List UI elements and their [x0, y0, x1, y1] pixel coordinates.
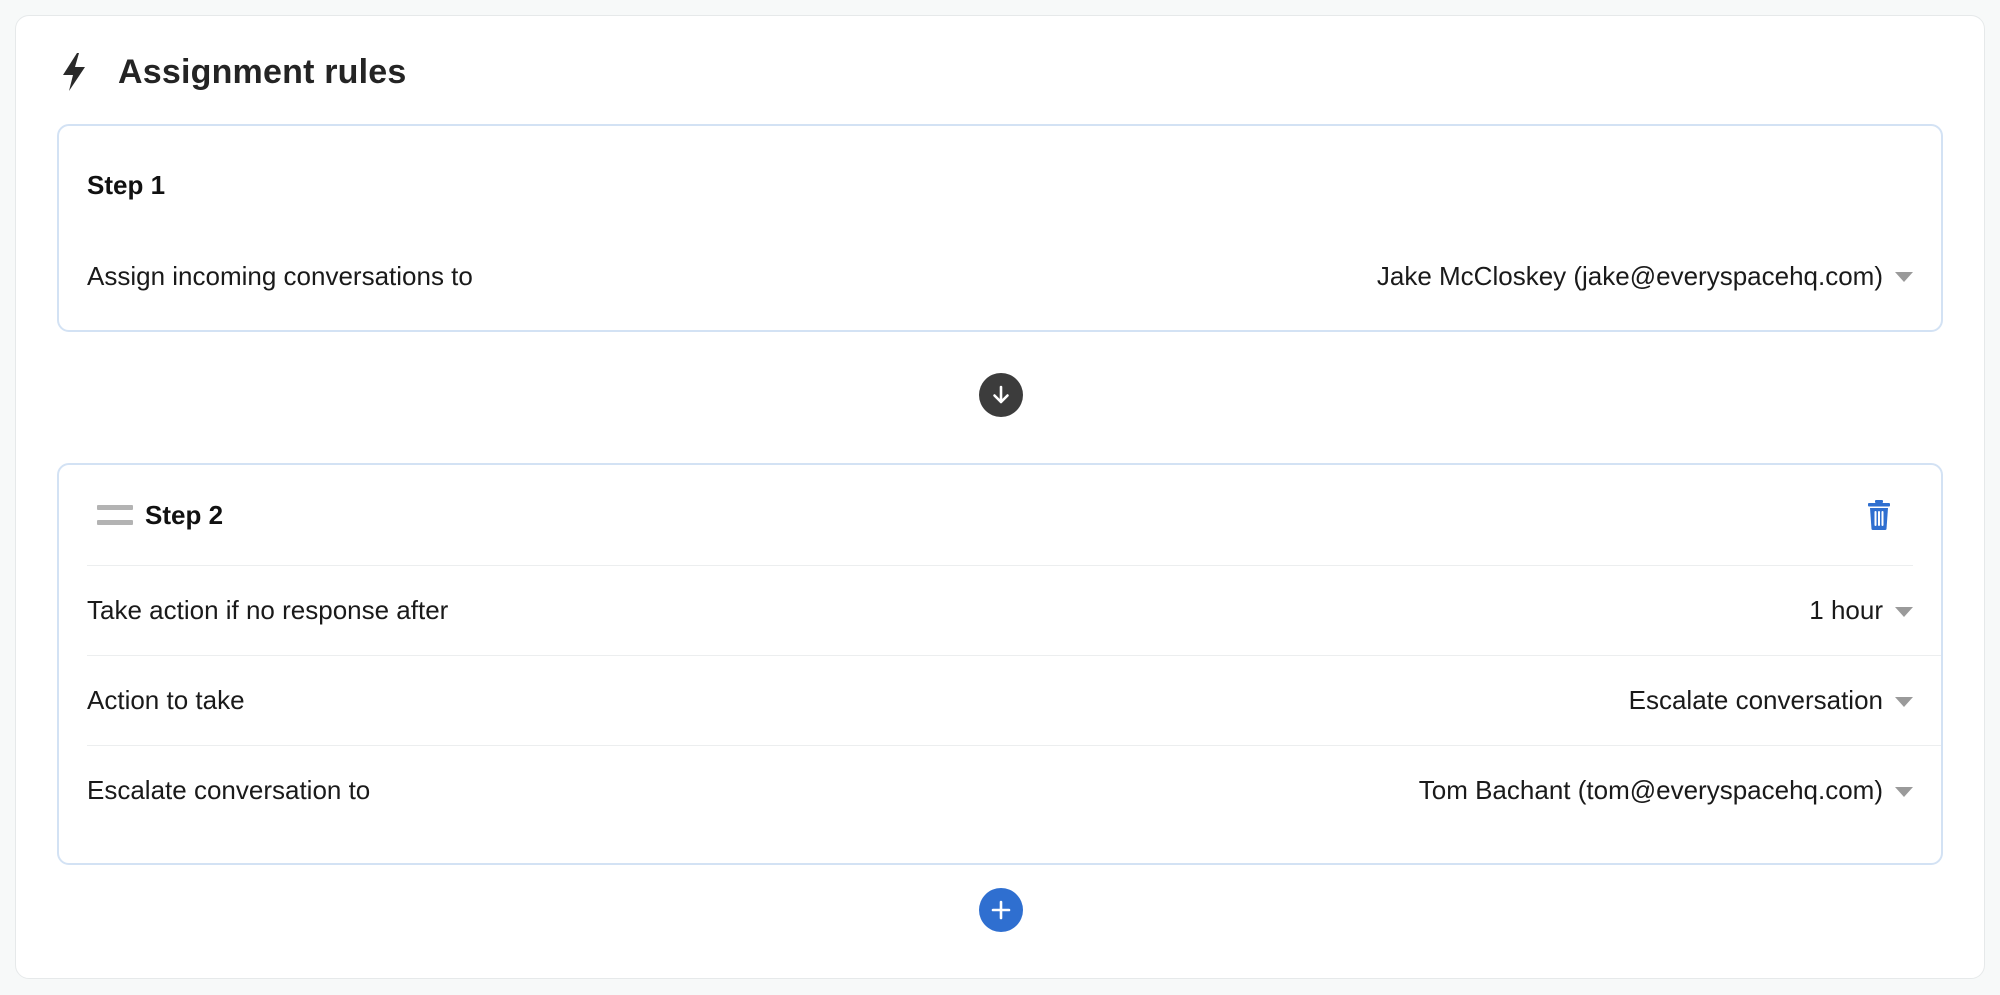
panel-header: Assignment rules [56, 44, 407, 100]
trash-icon[interactable] [1863, 497, 1895, 533]
no-response-value: 1 hour [1809, 595, 1883, 625]
no-response-row: Take action if no response after 1 hour [87, 566, 1941, 656]
chevron-down-icon [1895, 272, 1913, 282]
arrow-down-icon [979, 373, 1023, 417]
chevron-down-icon [1895, 606, 1913, 617]
assign-to-row: Assign incoming conversations to Jake Mc… [87, 244, 1913, 308]
chevron-down-icon [1895, 786, 1913, 797]
no-response-select[interactable]: 1 hour [1809, 595, 1913, 626]
assign-to-value: Jake McCloskey (jake@everyspacehq.com) [1376, 260, 1883, 291]
add-step-button[interactable] [979, 888, 1023, 932]
escalate-to-select[interactable]: Tom Bachant (tom@everyspacehq.com) [1419, 775, 1913, 806]
action-row: Action to take Escalate conversation [87, 656, 1941, 746]
step-1-card: Step 1 Assign incoming conversations to … [57, 124, 1943, 332]
action-select[interactable]: Escalate conversation [1629, 685, 1913, 716]
action-label: Action to take [87, 685, 245, 715]
page-title: Assignment rules [118, 52, 407, 91]
escalate-to-row: Escalate conversation to Tom Bachant (to… [87, 746, 1941, 835]
escalate-to-label: Escalate conversation to [87, 775, 371, 805]
no-response-label: Take action if no response after [87, 595, 449, 625]
assign-to-label: Assign incoming conversations to [87, 260, 473, 291]
assign-to-select[interactable]: Jake McCloskey (jake@everyspacehq.com) [1377, 261, 1913, 292]
chevron-down-icon [1895, 696, 1913, 707]
plus-icon [991, 900, 1011, 920]
step-2-head-left: Step 2 [87, 500, 223, 531]
escalate-to-value: Tom Bachant (tom@everyspacehq.com) [1418, 775, 1883, 805]
drag-handle-icon[interactable] [97, 505, 133, 525]
step-1-title: Step 1 [87, 170, 166, 200]
step-2-title: Step 2 [145, 499, 224, 530]
step-2-header: Step 2 [87, 465, 1913, 566]
action-value: Escalate conversation [1628, 685, 1883, 715]
step-2-card: Step 2 Take action if no response after … [57, 463, 1943, 865]
lightning-bolt-icon [56, 48, 92, 96]
assignment-rules-panel: Assignment rules Step 1 Assign incoming … [15, 15, 1985, 979]
